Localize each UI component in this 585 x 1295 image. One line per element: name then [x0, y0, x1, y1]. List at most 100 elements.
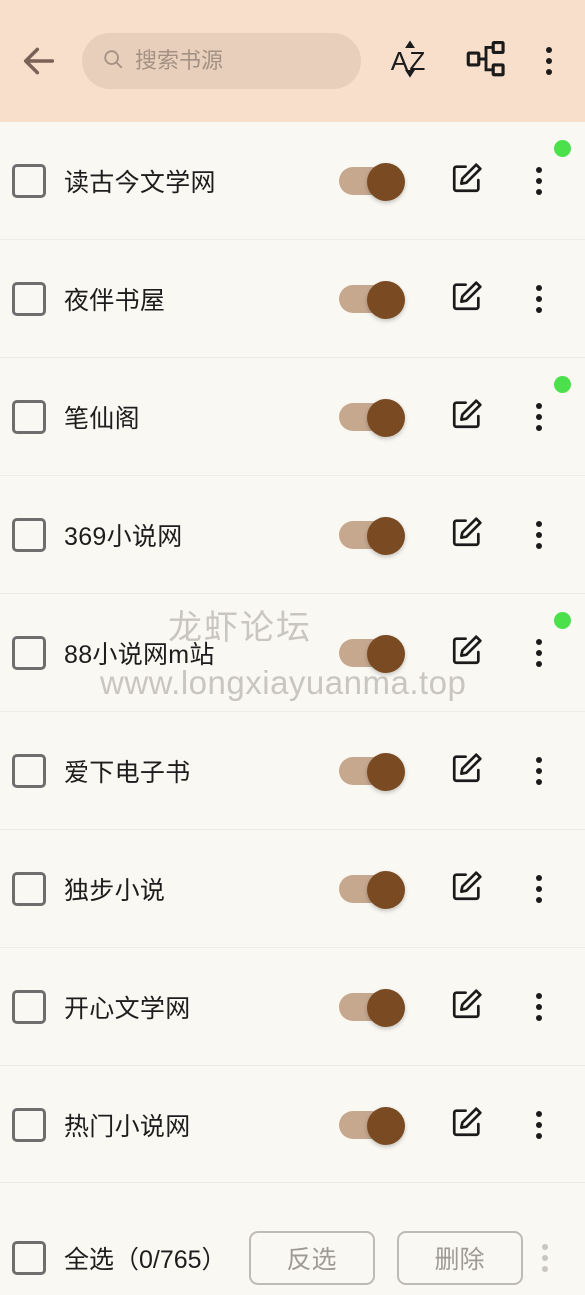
more-vertical-icon	[536, 638, 542, 667]
edit-source-button[interactable]	[445, 395, 489, 439]
row-overflow-menu-button[interactable]	[519, 745, 559, 797]
select-all-checkbox[interactable]	[12, 1241, 46, 1275]
search-icon	[102, 48, 124, 75]
source-enable-toggle[interactable]	[339, 516, 405, 555]
edit-pencil-icon	[450, 161, 484, 200]
source-name-label: 夜伴书屋	[64, 286, 166, 315]
toggle-thumb	[367, 162, 405, 201]
sort-az-icon: A Z	[388, 37, 432, 86]
row-overflow-menu-button[interactable]	[519, 981, 559, 1033]
book-source-manager-screen: A Z 读古今文学网夜伴书屋笔仙阁369小说网88小说网	[0, 0, 585, 1295]
row-checkbox[interactable]	[12, 989, 46, 1024]
row-overflow-menu-button[interactable]	[519, 1099, 559, 1151]
row-checkbox[interactable]	[12, 635, 46, 670]
delete-button[interactable]: 删除	[396, 1231, 523, 1285]
table-row[interactable]: 热门小说网	[0, 1066, 585, 1182]
more-vertical-icon	[536, 874, 542, 903]
search-input[interactable]	[135, 48, 341, 74]
more-vertical-icon	[536, 166, 542, 195]
source-name-label: 读古今文学网	[64, 168, 216, 197]
table-row[interactable]: 369小说网	[0, 476, 585, 594]
toggle-thumb	[367, 1106, 405, 1145]
row-overflow-menu-button[interactable]	[519, 391, 559, 443]
row-overflow-menu-button[interactable]	[519, 627, 559, 679]
book-source-list: 读古今文学网 夜伴书屋笔仙阁 369小说网 88小说网m站 爱下电子书独步小说开心文学网…	[0, 122, 585, 1182]
row-overflow-menu-button[interactable]	[519, 273, 559, 325]
source-name-label: 爱下电子书	[64, 758, 191, 787]
edit-source-button[interactable]	[445, 631, 489, 675]
edit-pencil-icon	[450, 987, 484, 1026]
status-badge	[554, 612, 571, 629]
row-overflow-menu-button[interactable]	[519, 863, 559, 915]
toggle-thumb	[367, 634, 405, 673]
row-overflow-menu-button[interactable]	[519, 509, 559, 561]
status-badge	[554, 140, 571, 157]
edit-pencil-icon	[450, 1105, 484, 1144]
select-all-label: 全选（0/765）	[64, 1246, 227, 1274]
table-row[interactable]: 独步小说	[0, 830, 585, 948]
row-overflow-menu-button[interactable]	[519, 155, 559, 207]
source-enable-toggle[interactable]	[339, 752, 405, 791]
row-checkbox[interactable]	[12, 753, 46, 788]
edit-source-button[interactable]	[445, 277, 489, 321]
search-bar[interactable]	[82, 33, 361, 89]
table-row[interactable]: 开心文学网	[0, 948, 585, 1066]
source-enable-toggle[interactable]	[339, 1106, 405, 1145]
row-checkbox[interactable]	[12, 871, 46, 906]
edit-pencil-icon	[450, 279, 484, 318]
table-row[interactable]: 88小说网m站	[0, 594, 585, 712]
svg-text:Z: Z	[409, 46, 425, 76]
table-row[interactable]: 笔仙阁	[0, 358, 585, 476]
sort-button[interactable]: A Z	[379, 30, 441, 92]
edit-source-button[interactable]	[445, 513, 489, 557]
svg-text:A: A	[391, 46, 409, 76]
source-name-label: 88小说网m站	[64, 640, 215, 669]
status-badge	[554, 376, 571, 393]
edit-source-button[interactable]	[445, 985, 489, 1029]
back-button[interactable]	[10, 32, 68, 90]
row-checkbox[interactable]	[12, 517, 46, 552]
edit-source-button[interactable]	[445, 159, 489, 203]
toggle-thumb	[367, 398, 405, 437]
header-overflow-menu-button[interactable]	[527, 30, 571, 92]
toggle-thumb	[367, 752, 405, 791]
table-row[interactable]: 爱下电子书	[0, 712, 585, 830]
toggle-thumb	[367, 988, 405, 1027]
edit-source-button[interactable]	[445, 749, 489, 793]
source-name-label: 热门小说网	[64, 1112, 191, 1141]
edit-pencil-icon	[450, 515, 484, 554]
source-name-label: 笔仙阁	[64, 404, 140, 433]
invert-selection-button[interactable]: 反选	[248, 1231, 375, 1285]
edit-pencil-icon	[450, 751, 484, 790]
toggle-thumb	[367, 870, 405, 909]
source-name-label: 开心文学网	[64, 994, 191, 1023]
toolbar-overflow-menu-button[interactable]	[527, 1232, 563, 1284]
more-vertical-icon	[536, 520, 542, 549]
more-vertical-icon	[536, 402, 542, 431]
more-vertical-icon	[536, 756, 542, 785]
edit-source-button[interactable]	[445, 1103, 489, 1147]
group-filter-button[interactable]	[455, 30, 517, 92]
source-enable-toggle[interactable]	[339, 988, 405, 1027]
source-enable-toggle[interactable]	[339, 634, 405, 673]
selection-toolbar: 全选（0/765） 反选 删除	[0, 1221, 585, 1295]
source-name-label: 独步小说	[64, 876, 166, 905]
more-vertical-icon	[536, 1110, 542, 1139]
source-enable-toggle[interactable]	[339, 398, 405, 437]
source-enable-toggle[interactable]	[339, 870, 405, 909]
row-checkbox[interactable]	[12, 399, 46, 434]
table-row[interactable]: 夜伴书屋	[0, 240, 585, 358]
edit-source-button[interactable]	[445, 867, 489, 911]
more-vertical-icon	[542, 1244, 548, 1272]
source-enable-toggle[interactable]	[339, 162, 405, 201]
row-checkbox[interactable]	[12, 163, 46, 198]
app-header: A Z	[0, 0, 585, 122]
row-checkbox[interactable]	[12, 1107, 46, 1142]
edit-pencil-icon	[450, 633, 484, 672]
more-vertical-icon	[536, 284, 542, 313]
toggle-thumb	[367, 516, 405, 555]
table-row[interactable]: 读古今文学网	[0, 122, 585, 240]
row-checkbox[interactable]	[12, 281, 46, 316]
source-enable-toggle[interactable]	[339, 280, 405, 319]
edit-pencil-icon	[450, 869, 484, 908]
